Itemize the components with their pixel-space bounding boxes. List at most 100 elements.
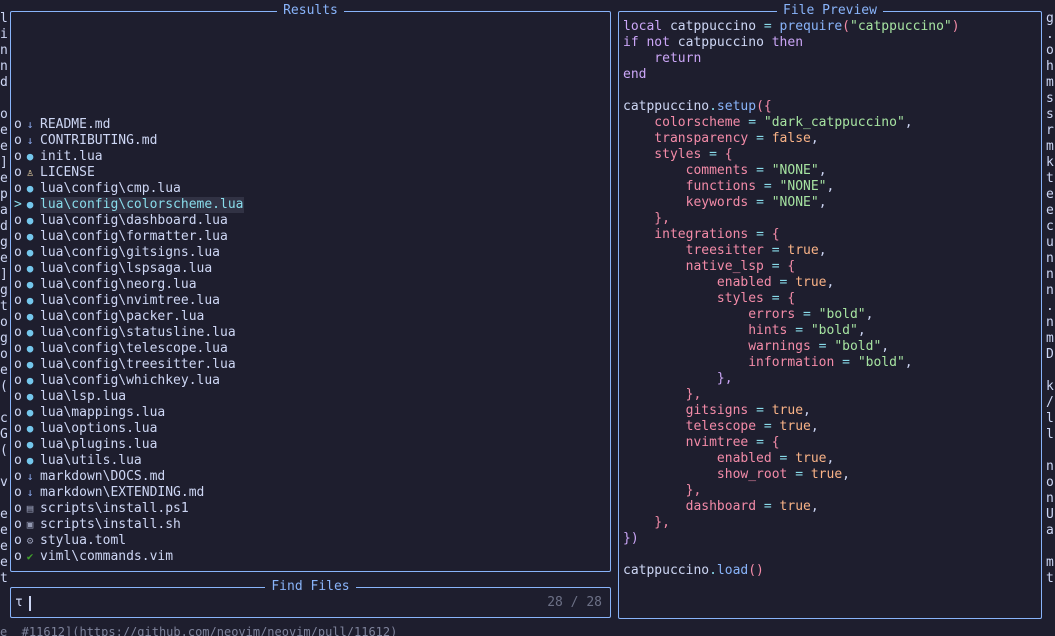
row-marker: o xyxy=(14,453,22,468)
result-row[interactable]: o ↓ README.md xyxy=(11,117,610,133)
result-row[interactable]: o ● lua\config\cmp.lua xyxy=(11,181,610,197)
license-icon: ♙ xyxy=(26,166,34,179)
lua-icon: ● xyxy=(26,342,34,355)
result-row[interactable]: o ▤ scripts\install.ps1 xyxy=(11,501,610,517)
result-row[interactable]: o ⚙ stylua.toml xyxy=(11,533,610,549)
code-token: = xyxy=(709,147,725,162)
code-line: nvimtree = { xyxy=(623,435,960,451)
code-token: }, xyxy=(623,515,670,530)
code-token: "dark_catppuccino" xyxy=(763,115,905,130)
file-name: lua\config\telescope.lua xyxy=(40,341,228,356)
background-char: n xyxy=(1046,491,1054,506)
result-row[interactable]: o ↓ markdown\EXTENDING.md xyxy=(11,485,610,501)
result-row[interactable]: o ● lua\config\neorg.lua xyxy=(11,277,610,293)
file-name: lua\plugins.lua xyxy=(40,437,158,452)
code-line: treesitter = true, xyxy=(623,243,960,259)
background-char: n xyxy=(0,59,8,74)
code-line: styles = { xyxy=(623,147,960,163)
background-char: e xyxy=(0,507,8,522)
background-char xyxy=(0,459,9,475)
result-row[interactable]: o ♙ LICENSE xyxy=(11,165,610,181)
background-char: k xyxy=(1046,155,1054,170)
background-char: d xyxy=(0,219,8,234)
row-marker: o xyxy=(14,309,22,324)
code-token: "NONE" xyxy=(771,163,819,178)
code-line: transparency = false, xyxy=(623,131,960,147)
file-name: lua\config\nvimtree.lua xyxy=(40,293,221,308)
result-row[interactable]: o ● lua\options.lua xyxy=(11,421,610,437)
row-marker: > xyxy=(14,197,22,212)
background-char xyxy=(0,491,9,507)
result-row[interactable]: o ● lua\config\dashboard.lua xyxy=(11,213,610,229)
find-files-prompt[interactable]: Find Files τ 28 / 28 xyxy=(10,579,611,618)
result-row[interactable]: o ● lua\config\formatter.lua xyxy=(11,229,610,245)
code-token: , xyxy=(826,179,835,194)
code-token: catppuccino xyxy=(677,35,772,50)
prompt-title: Find Files xyxy=(265,579,356,594)
background-char: h xyxy=(1046,59,1054,74)
code-line: local catppuccino = prequire("catppuccin… xyxy=(623,19,960,35)
file-name: markdown\DOCS.md xyxy=(40,469,166,484)
background-char: o xyxy=(0,107,8,122)
result-row-selected[interactable]: > ● lua\config\colorscheme.lua xyxy=(11,197,610,213)
result-row[interactable]: o ● lua\config\statusline.lua xyxy=(11,325,610,341)
code-token: information xyxy=(623,355,843,370)
background-char: r xyxy=(1046,123,1054,138)
result-row[interactable]: o ● lua\config\whichkey.lua xyxy=(11,373,610,389)
background-char: n xyxy=(1046,267,1054,282)
result-row[interactable]: o ● lua\utils.lua xyxy=(11,453,610,469)
background-char xyxy=(0,395,9,411)
result-row[interactable]: o ● lua\config\treesitter.lua xyxy=(11,357,610,373)
file-name: lua\config\packer.lua xyxy=(40,309,205,324)
result-row[interactable]: o ● lua\config\lspsaga.lua xyxy=(11,261,610,277)
row-marker: o xyxy=(14,181,22,196)
code-token: = xyxy=(779,451,796,466)
code-token: }, xyxy=(623,387,702,402)
code-line: catppuccino.setup({ xyxy=(623,99,960,115)
result-row[interactable]: o ● init.lua xyxy=(11,149,610,165)
results-list: o ↓ README.md o ↓ CONTRIBUTING.md o ● init.lua o ♙… xyxy=(11,117,610,565)
result-row[interactable]: o ● lua\config\telescope.lua xyxy=(11,341,610,357)
background-char: p xyxy=(0,187,8,202)
code-token: , xyxy=(810,499,819,514)
code-line: }) xyxy=(623,531,960,547)
result-row[interactable]: o ● lua\lsp.lua xyxy=(11,389,610,405)
row-marker: o xyxy=(14,357,22,372)
code-line: errors = "bold", xyxy=(623,307,960,323)
file-name: lua\config\statusline.lua xyxy=(40,325,236,340)
result-row[interactable]: o ● lua\mappings.lua xyxy=(11,405,610,421)
code-token: = xyxy=(763,419,780,434)
lua-icon: ● xyxy=(26,310,34,323)
code-token: , xyxy=(818,243,827,258)
code-token: , xyxy=(857,323,866,338)
lua-icon: ● xyxy=(26,390,34,403)
result-row[interactable]: o ● lua\config\nvimtree.lua xyxy=(11,293,610,309)
result-row[interactable]: o ↓ CONTRIBUTING.md xyxy=(11,133,610,149)
code-token: dashboard xyxy=(623,499,764,514)
row-marker: o xyxy=(14,165,22,180)
lua-icon: ● xyxy=(26,406,34,419)
file-name: stylua.toml xyxy=(40,533,127,548)
lua-icon: ● xyxy=(26,326,34,339)
result-row[interactable]: o ● lua\plugins.lua xyxy=(11,437,610,453)
result-row[interactable]: o ↓ markdown\DOCS.md xyxy=(11,469,610,485)
background-char: D xyxy=(1046,347,1054,362)
file-preview-pane: File Preview local catppuccino = prequir… xyxy=(618,3,1042,619)
code-token: styles xyxy=(623,291,772,306)
background-char: e xyxy=(1046,187,1054,202)
code-token: false xyxy=(771,131,811,146)
background-char: m xyxy=(1046,331,1054,346)
result-row[interactable]: o ▣ scripts\install.sh xyxy=(11,517,610,533)
result-row[interactable]: o ✔ viml\commands.vim xyxy=(11,549,610,565)
right-background-text: g. o h m s s r m k t e e c u n n n. n m Dk / l l n o n Ua m t xyxy=(1046,11,1055,587)
file-name: markdown\EXTENDING.md xyxy=(40,485,205,500)
row-marker: o xyxy=(14,213,22,228)
result-row[interactable]: o ● lua\config\gitsigns.lua xyxy=(11,245,610,261)
vim-icon: ✔ xyxy=(26,550,34,563)
result-row[interactable]: o ● lua\config\packer.lua xyxy=(11,309,610,325)
file-name: lua\config\treesitter.lua xyxy=(40,357,236,372)
code-token: }, xyxy=(623,483,702,498)
code-line: }, xyxy=(623,515,960,531)
background-char: e xyxy=(1046,203,1054,218)
